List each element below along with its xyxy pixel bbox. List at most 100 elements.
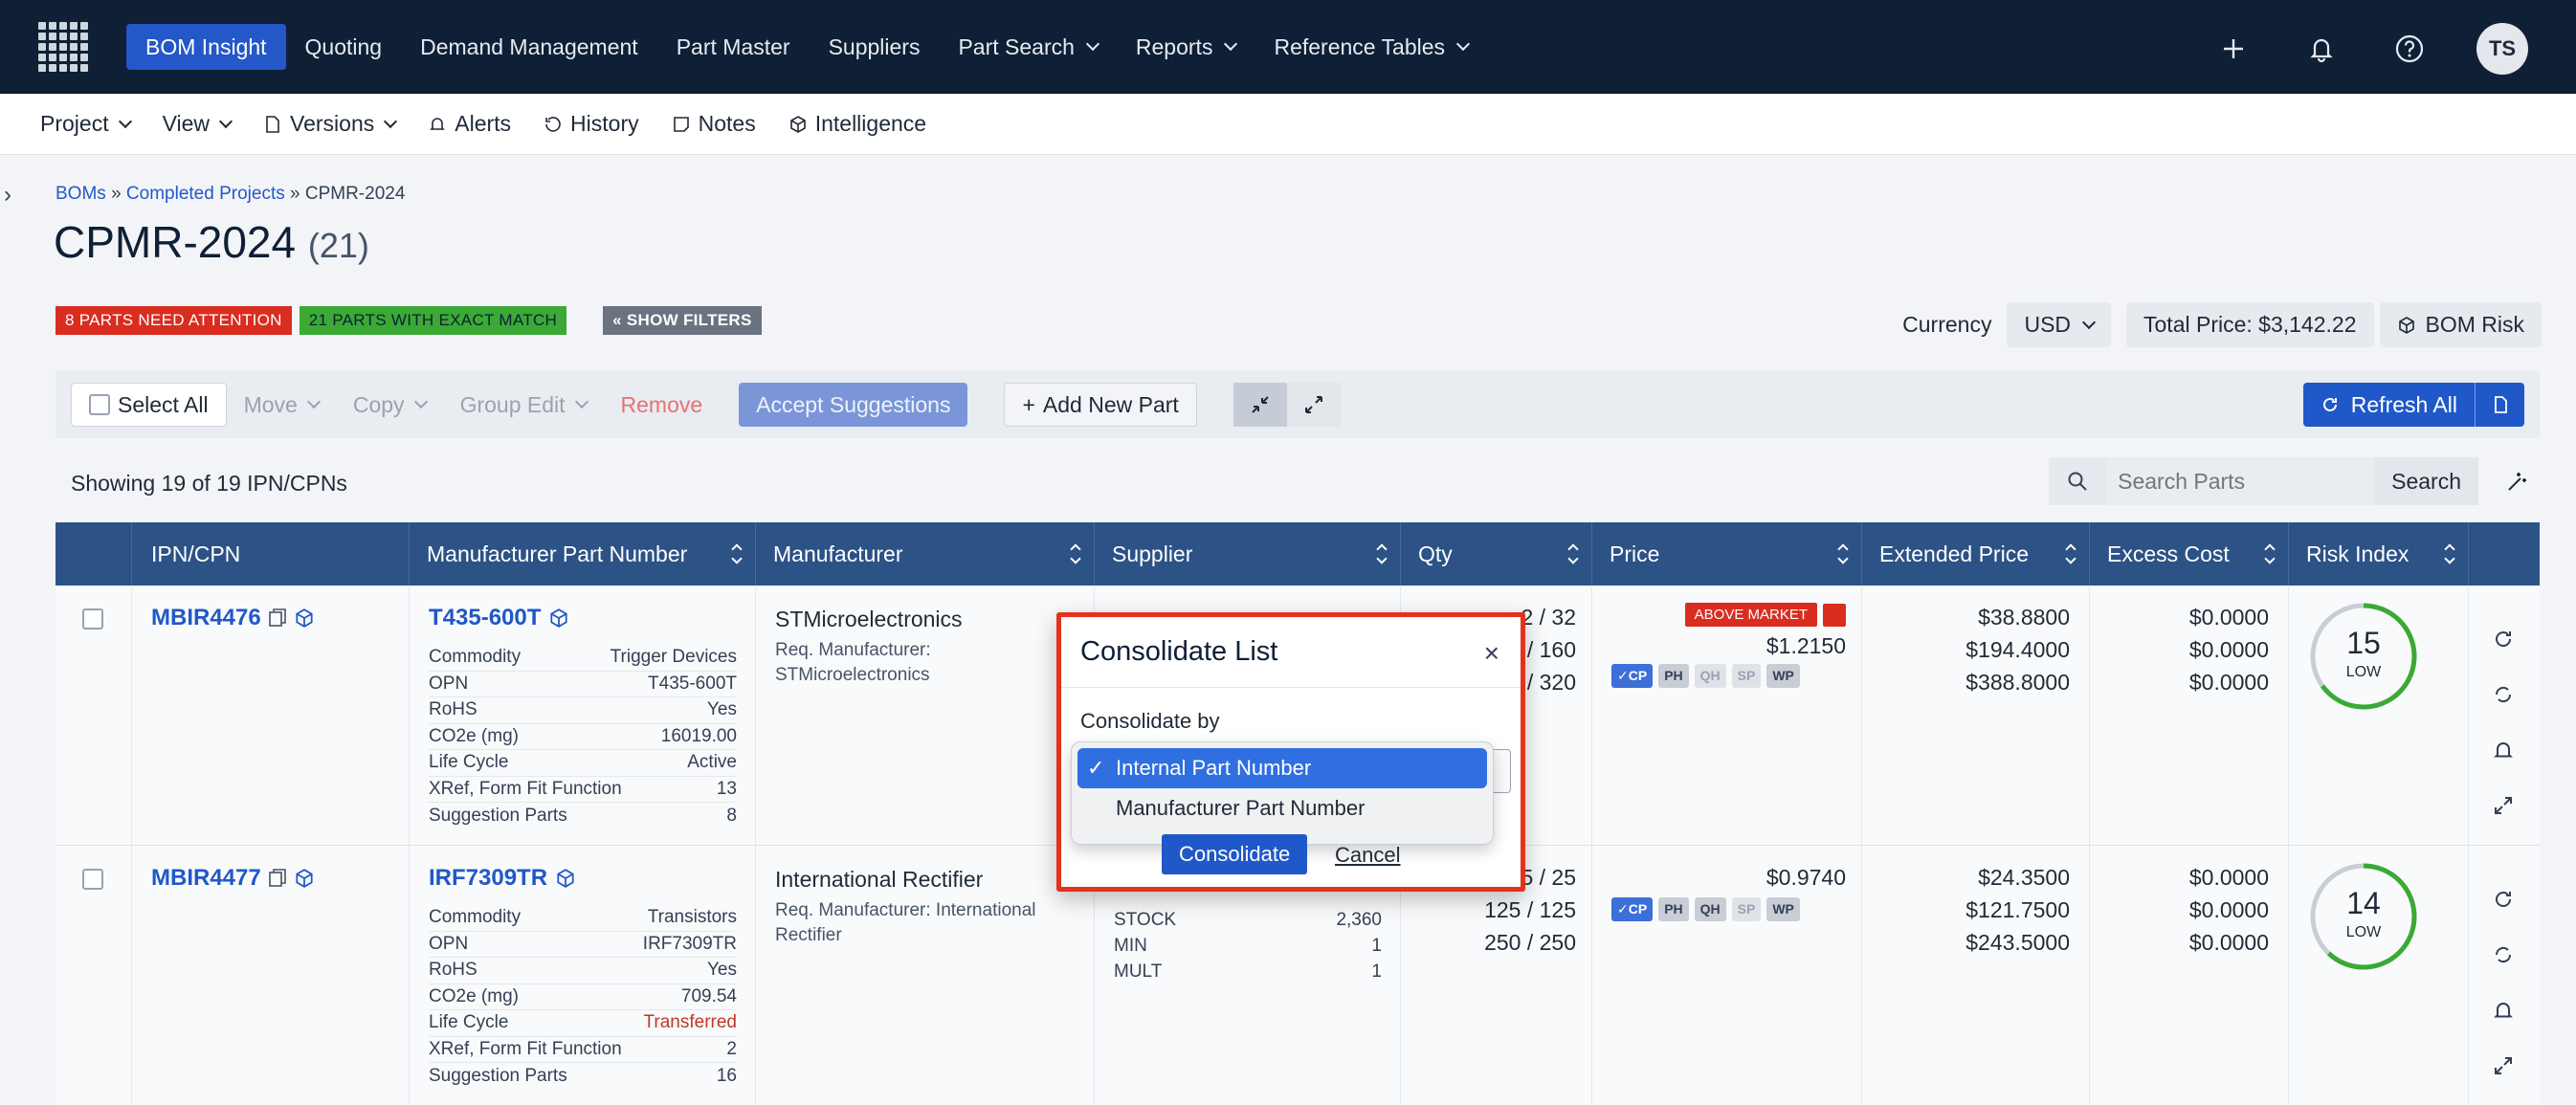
option-manufacturer-part-number[interactable]: Manufacturer Part Number — [1077, 788, 1487, 829]
sidebar-toggle-icon[interactable]: › — [4, 182, 33, 220]
refresh-icon[interactable] — [2492, 628, 2515, 651]
group-edit-button[interactable]: Group Edit — [443, 383, 604, 427]
expand-icon[interactable] — [1286, 383, 1341, 427]
select-all-checkbox[interactable]: Select All — [71, 383, 227, 427]
menu-intelligence[interactable]: Intelligence — [788, 111, 926, 137]
user-avatar[interactable]: TS — [2476, 23, 2528, 75]
mpn-link[interactable]: T435-600T — [429, 605, 569, 631]
nav-reports[interactable]: Reports — [1117, 24, 1255, 70]
showing-count: Showing 19 of 19 IPN/CPNs — [71, 471, 347, 496]
suggestion-row[interactable]: Suggestion Parts 16 — [429, 1063, 737, 1090]
search-button[interactable]: Search — [2374, 457, 2478, 505]
menu-project[interactable]: Project — [40, 111, 132, 137]
sync-icon[interactable] — [2492, 943, 2515, 966]
chip-sp[interactable]: SP — [1731, 897, 1762, 921]
header-excess-cost[interactable]: Excess Cost — [2090, 522, 2289, 586]
menu-alerts[interactable]: Alerts — [428, 111, 511, 137]
search-parts-input[interactable] — [2106, 457, 2375, 505]
nav-bom-insight[interactable]: BOM Insight — [126, 24, 286, 70]
move-button[interactable]: Move — [227, 383, 336, 427]
chevron-down-icon — [1085, 36, 1099, 52]
bom-risk-button[interactable]: BOM Risk — [2379, 302, 2542, 347]
row-checkbox[interactable] — [82, 608, 103, 630]
header-extended-price[interactable]: Extended Price — [1862, 522, 2090, 586]
menu-view[interactable]: View — [163, 111, 233, 137]
risk-index-gauge[interactable]: 14 LOW — [2308, 861, 2419, 972]
expand-icon[interactable] — [2492, 1054, 2515, 1077]
menu-history[interactable]: History — [544, 111, 639, 137]
chip-wp[interactable]: WP — [1766, 897, 1800, 921]
commodity-row: Commodity Transistors — [429, 905, 737, 932]
excess-cost: $0.0000 — [2188, 605, 2269, 630]
refresh-options-icon[interactable] — [2475, 383, 2524, 427]
manufacturer-name: STMicroelectronics — [775, 607, 963, 631]
chip-wp[interactable]: WP — [1766, 664, 1800, 688]
row-checkbox[interactable] — [82, 869, 103, 890]
bell-icon[interactable] — [2492, 999, 2515, 1022]
chip-sp[interactable]: SP — [1731, 664, 1762, 688]
accept-suggestions-button[interactable]: Accept Suggestions — [739, 383, 968, 427]
cube-icon[interactable] — [548, 608, 569, 629]
copy-button[interactable]: Copy — [336, 383, 443, 427]
nav-quoting[interactable]: Quoting — [286, 24, 402, 70]
cube-icon[interactable] — [294, 608, 315, 629]
nav-reference-tables[interactable]: Reference Tables — [1255, 24, 1487, 70]
xref-row[interactable]: XRef, Form Fit Function 13 — [429, 777, 737, 803]
chip-ph[interactable]: PH — [1658, 897, 1689, 921]
menu-notes[interactable]: Notes — [672, 111, 756, 137]
header-mpn[interactable]: Manufacturer Part Number — [410, 522, 756, 586]
risk-index-gauge[interactable]: 15 LOW — [2308, 601, 2419, 712]
nav-demand-management[interactable]: Demand Management — [401, 24, 657, 70]
close-icon[interactable]: × — [1484, 638, 1499, 669]
nav-part-search[interactable]: Part Search — [939, 24, 1116, 70]
attention-badge[interactable]: 8 PARTS NEED ATTENTION — [56, 306, 292, 335]
cancel-link[interactable]: Cancel — [1335, 843, 1400, 868]
show-filters-button[interactable]: « SHOW FILTERS — [603, 306, 762, 335]
ipn-link[interactable]: MBIR4476 — [151, 605, 315, 631]
breadcrumb-completed-projects[interactable]: Completed Projects — [126, 184, 285, 204]
header-supplier[interactable]: Supplier — [1095, 522, 1401, 586]
menu-versions[interactable]: Versions — [263, 111, 398, 137]
header-ipn[interactable]: IPN/CPN — [132, 522, 410, 586]
xref-row[interactable]: XRef, Form Fit Function 2 — [429, 1037, 737, 1063]
sync-icon[interactable] — [2492, 683, 2515, 706]
copy-icon[interactable] — [267, 868, 288, 889]
chip-qh[interactable]: QH — [1694, 664, 1726, 688]
ipn-link[interactable]: MBIR4477 — [151, 865, 315, 892]
chip-cp[interactable]: ✓CP — [1611, 897, 1654, 921]
alert-cube-icon[interactable] — [1823, 603, 1846, 627]
header-price[interactable]: Price — [1592, 522, 1862, 586]
currency-select[interactable]: USD — [2007, 302, 2112, 347]
exact-match-badge[interactable]: 21 PARTS WITH EXACT MATCH — [299, 306, 567, 335]
plus-icon[interactable] — [2212, 28, 2254, 70]
add-new-part-button[interactable]: + Add New Part — [1004, 383, 1197, 427]
header-manufacturer[interactable]: Manufacturer — [756, 522, 1095, 586]
collapse-icon[interactable] — [1232, 383, 1287, 427]
bell-icon[interactable] — [2300, 28, 2343, 70]
nav-part-master[interactable]: Part Master — [657, 24, 810, 70]
chip-cp[interactable]: ✓CP — [1611, 664, 1654, 688]
cube-icon[interactable] — [294, 868, 315, 889]
help-icon[interactable] — [2388, 28, 2431, 70]
chip-qh[interactable]: QH — [1694, 897, 1726, 921]
expand-icon[interactable] — [2492, 794, 2515, 817]
option-internal-part-number[interactable]: ✓ Internal Part Number — [1077, 748, 1487, 788]
refresh-all-button[interactable]: Refresh All — [2302, 383, 2475, 427]
remove-button[interactable]: Remove — [604, 383, 721, 427]
copy-icon[interactable] — [267, 608, 288, 629]
suggestion-row[interactable]: Suggestion Parts 8 — [429, 803, 737, 829]
app-grid-icon[interactable] — [38, 22, 88, 72]
cube-icon[interactable] — [555, 868, 576, 889]
header-qty[interactable]: Qty — [1401, 522, 1592, 586]
checkbox[interactable] — [89, 394, 110, 415]
chip-ph[interactable]: PH — [1658, 664, 1689, 688]
breadcrumb-boms[interactable]: BOMs — [56, 184, 106, 204]
refresh-icon[interactable] — [2492, 888, 2515, 911]
mpn-link[interactable]: IRF7309TR — [429, 865, 576, 892]
ai-sparkle-icon[interactable] — [2494, 457, 2542, 505]
header-risk-index[interactable]: Risk Index — [2289, 522, 2469, 586]
header-actions — [2469, 522, 2540, 586]
bell-icon[interactable] — [2492, 739, 2515, 762]
consolidate-button[interactable]: Consolidate — [1162, 834, 1308, 874]
nav-suppliers[interactable]: Suppliers — [810, 24, 940, 70]
